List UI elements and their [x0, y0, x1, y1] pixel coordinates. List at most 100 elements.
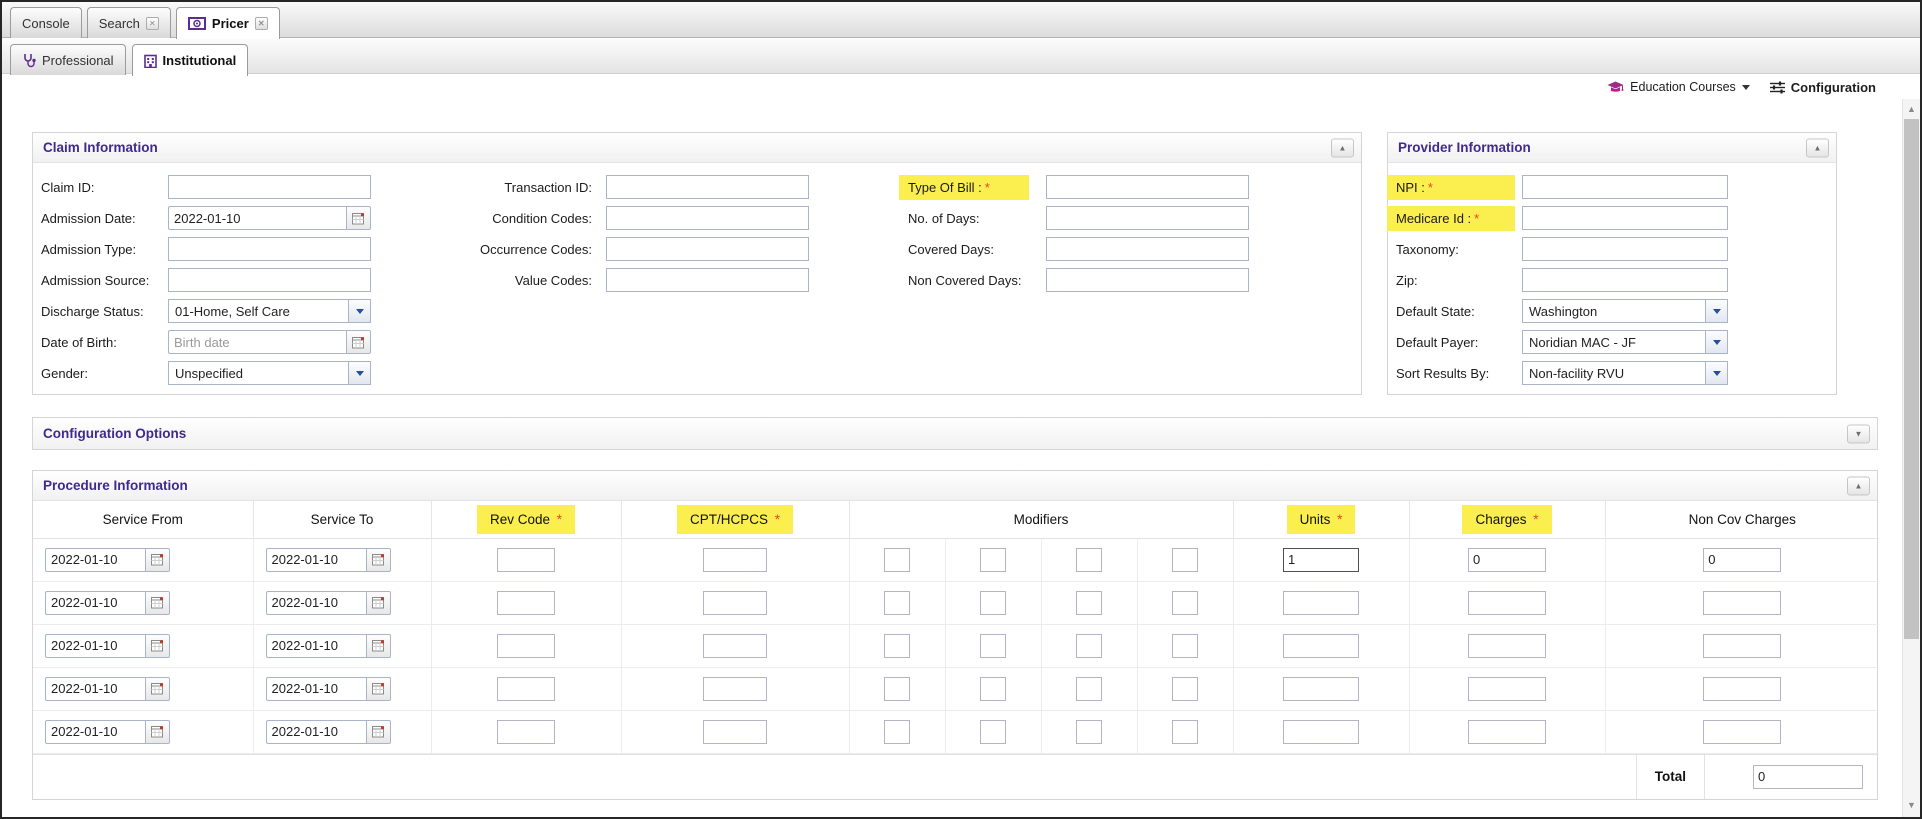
- tab-professional[interactable]: Professional: [10, 44, 126, 75]
- scroll-down-icon[interactable]: ▼: [1903, 797, 1920, 813]
- admission-source-input[interactable]: [168, 268, 371, 292]
- calendar-icon[interactable]: [145, 548, 170, 572]
- covered-days-input[interactable]: [1046, 237, 1249, 261]
- close-icon[interactable]: ✕: [255, 17, 268, 30]
- collapse-down-icon[interactable]: ▼: [1847, 424, 1870, 443]
- modifier-input[interactable]: [884, 720, 910, 744]
- service-from-input[interactable]: [45, 677, 145, 701]
- calendar-icon[interactable]: [366, 591, 391, 615]
- modifier-input[interactable]: [884, 591, 910, 615]
- units-input[interactable]: [1283, 634, 1359, 658]
- service-to-input[interactable]: [266, 677, 366, 701]
- default-state-select[interactable]: Washington: [1522, 299, 1728, 323]
- modifier-input[interactable]: [1172, 677, 1198, 701]
- cpt-hcpcs-input[interactable]: [703, 677, 767, 701]
- calendar-icon[interactable]: [145, 634, 170, 658]
- admission-type-input[interactable]: [168, 237, 371, 261]
- calendar-icon[interactable]: [145, 720, 170, 744]
- rev-code-input[interactable]: [497, 591, 555, 615]
- modifier-input[interactable]: [980, 548, 1006, 572]
- rev-code-input[interactable]: [497, 548, 555, 572]
- modifier-input[interactable]: [980, 720, 1006, 744]
- modifier-input[interactable]: [1076, 591, 1102, 615]
- modifier-input[interactable]: [1172, 548, 1198, 572]
- calendar-icon[interactable]: [145, 591, 170, 615]
- chevron-down-icon[interactable]: [1705, 300, 1727, 322]
- calendar-icon[interactable]: [346, 330, 371, 354]
- rev-code-input[interactable]: [497, 720, 555, 744]
- modifier-input[interactable]: [884, 677, 910, 701]
- service-from-input[interactable]: [45, 634, 145, 658]
- discharge-status-select[interactable]: 01-Home, Self Care: [168, 299, 371, 323]
- cpt-hcpcs-input[interactable]: [703, 548, 767, 572]
- calendar-icon[interactable]: [366, 548, 391, 572]
- service-from-input[interactable]: [45, 548, 145, 572]
- units-input[interactable]: [1283, 677, 1359, 701]
- chevron-down-icon[interactable]: [348, 362, 370, 384]
- occurrence-codes-input[interactable]: [606, 237, 809, 261]
- modifier-input[interactable]: [1076, 548, 1102, 572]
- chevron-down-icon[interactable]: [1705, 362, 1727, 384]
- non-covered-days-input[interactable]: [1046, 268, 1249, 292]
- units-input[interactable]: [1283, 720, 1359, 744]
- claim-id-input[interactable]: [168, 175, 371, 199]
- scroll-up-icon[interactable]: ▲: [1903, 101, 1920, 117]
- chevron-down-icon[interactable]: [1705, 331, 1727, 353]
- collapse-up-icon[interactable]: ▲: [1331, 138, 1354, 157]
- non-cov-charges-input[interactable]: [1703, 720, 1781, 744]
- charges-input[interactable]: [1468, 720, 1546, 744]
- medicare-id-input[interactable]: [1522, 206, 1728, 230]
- non-cov-charges-input[interactable]: [1703, 677, 1781, 701]
- sort-results-by-select[interactable]: Non-facility RVU: [1522, 361, 1728, 385]
- service-to-input[interactable]: [266, 720, 366, 744]
- charges-input[interactable]: [1468, 634, 1546, 658]
- rev-code-input[interactable]: [497, 634, 555, 658]
- default-payer-select[interactable]: Noridian MAC - JF: [1522, 330, 1728, 354]
- no-of-days-input[interactable]: [1046, 206, 1249, 230]
- charges-input[interactable]: [1468, 677, 1546, 701]
- modifier-input[interactable]: [1076, 634, 1102, 658]
- service-to-input[interactable]: [266, 548, 366, 572]
- collapse-up-icon[interactable]: ▲: [1806, 138, 1829, 157]
- modifier-input[interactable]: [1172, 591, 1198, 615]
- scrollbar-thumb[interactable]: [1904, 119, 1919, 639]
- modifier-input[interactable]: [884, 548, 910, 572]
- modifier-input[interactable]: [980, 591, 1006, 615]
- chevron-down-icon[interactable]: [348, 300, 370, 322]
- gender-select[interactable]: Unspecified: [168, 361, 371, 385]
- tab-search[interactable]: Search ✕: [87, 7, 171, 38]
- admission-date-input[interactable]: [168, 206, 346, 230]
- modifier-input[interactable]: [884, 634, 910, 658]
- value-codes-input[interactable]: [606, 268, 809, 292]
- close-icon[interactable]: ✕: [146, 17, 159, 30]
- tab-pricer[interactable]: Pricer ✕: [176, 7, 280, 39]
- non-cov-charges-input[interactable]: [1703, 548, 1781, 572]
- condition-codes-input[interactable]: [606, 206, 809, 230]
- calendar-icon[interactable]: [346, 206, 371, 230]
- modifier-input[interactable]: [1172, 634, 1198, 658]
- configuration-button[interactable]: Configuration: [1770, 80, 1876, 95]
- collapse-up-icon[interactable]: ▲: [1847, 476, 1870, 495]
- cpt-hcpcs-input[interactable]: [703, 591, 767, 615]
- modifier-input[interactable]: [1076, 720, 1102, 744]
- taxonomy-input[interactable]: [1522, 237, 1728, 261]
- service-to-input[interactable]: [266, 634, 366, 658]
- cpt-hcpcs-input[interactable]: [703, 720, 767, 744]
- date-of-birth-input[interactable]: [168, 330, 346, 354]
- transaction-id-input[interactable]: [606, 175, 809, 199]
- vertical-scrollbar[interactable]: ▲ ▼: [1902, 99, 1920, 817]
- units-input[interactable]: [1283, 548, 1359, 572]
- npi-input[interactable]: [1522, 175, 1728, 199]
- total-input[interactable]: [1753, 765, 1863, 789]
- non-cov-charges-input[interactable]: [1703, 591, 1781, 615]
- modifier-input[interactable]: [1076, 677, 1102, 701]
- tab-institutional[interactable]: Institutional: [132, 44, 249, 76]
- calendar-icon[interactable]: [145, 677, 170, 701]
- charges-input[interactable]: [1468, 591, 1546, 615]
- calendar-icon[interactable]: [366, 677, 391, 701]
- calendar-icon[interactable]: [366, 634, 391, 658]
- modifier-input[interactable]: [980, 677, 1006, 701]
- service-from-input[interactable]: [45, 591, 145, 615]
- service-to-input[interactable]: [266, 591, 366, 615]
- zip-input[interactable]: [1522, 268, 1728, 292]
